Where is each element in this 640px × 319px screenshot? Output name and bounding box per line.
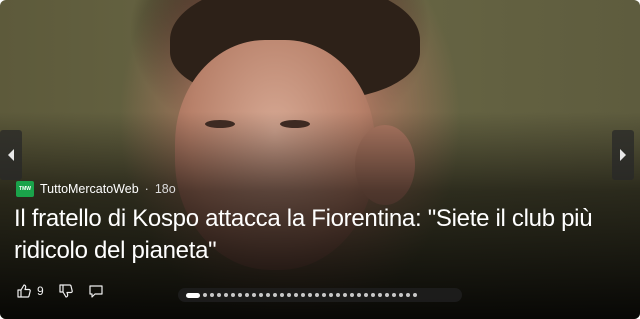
pager-dot[interactable] xyxy=(350,293,354,297)
source-line: TMW TuttoMercatoWeb · 18o xyxy=(16,181,176,197)
separator: · xyxy=(144,182,149,196)
carousel-pager xyxy=(178,288,462,302)
pager-dot[interactable] xyxy=(343,293,347,297)
pager-dot[interactable] xyxy=(287,293,291,297)
like-button[interactable]: 9 xyxy=(16,283,44,299)
pager-dot-active[interactable] xyxy=(186,292,200,298)
source-name[interactable]: TuttoMercatoWeb xyxy=(40,182,139,196)
pager-dot[interactable] xyxy=(210,293,214,297)
chevron-left-icon xyxy=(8,149,14,161)
next-button[interactable] xyxy=(612,130,634,180)
pager-dot[interactable] xyxy=(224,293,228,297)
comment-button[interactable] xyxy=(88,283,104,299)
chevron-right-icon xyxy=(620,149,626,161)
pager-dot[interactable] xyxy=(308,293,312,297)
pager-dot[interactable] xyxy=(245,293,249,297)
pager-dot[interactable] xyxy=(322,293,326,297)
pager-dot[interactable] xyxy=(301,293,305,297)
action-bar: 9 xyxy=(16,283,104,299)
pager-dot[interactable] xyxy=(364,293,368,297)
pager-dot[interactable] xyxy=(266,293,270,297)
pager-dot[interactable] xyxy=(357,293,361,297)
thumbs-up-icon xyxy=(17,284,31,298)
pager-dot[interactable] xyxy=(217,293,221,297)
thumbs-down-icon xyxy=(59,284,73,298)
pager-dot[interactable] xyxy=(399,293,403,297)
source-logo: TMW xyxy=(16,181,34,197)
pager-dot[interactable] xyxy=(315,293,319,297)
pager-dot[interactable] xyxy=(385,293,389,297)
pager-dot[interactable] xyxy=(259,293,263,297)
like-count: 9 xyxy=(37,284,44,298)
pager-dot[interactable] xyxy=(378,293,382,297)
pager-dot[interactable] xyxy=(406,293,410,297)
pager-dot[interactable] xyxy=(238,293,242,297)
news-card[interactable]: TMW TuttoMercatoWeb · 18o Il fratello di… xyxy=(0,0,640,319)
previous-button[interactable] xyxy=(0,130,22,180)
pager-dot[interactable] xyxy=(252,293,256,297)
pager-dot[interactable] xyxy=(231,293,235,297)
pager-dot[interactable] xyxy=(273,293,277,297)
pager-dot[interactable] xyxy=(392,293,396,297)
card-overlay: TMW TuttoMercatoWeb · 18o Il fratello di… xyxy=(0,0,640,319)
source-logo-text: TMW xyxy=(19,186,31,192)
dislike-button[interactable] xyxy=(58,283,74,299)
pager-dot[interactable] xyxy=(280,293,284,297)
pager-dot[interactable] xyxy=(294,293,298,297)
pager-dot[interactable] xyxy=(203,293,207,297)
comment-icon xyxy=(89,285,103,298)
pager-dot[interactable] xyxy=(336,293,340,297)
publish-time: 18o xyxy=(154,182,176,196)
headline[interactable]: Il fratello di Kospo attacca la Fiorenti… xyxy=(14,203,614,267)
pager-dot[interactable] xyxy=(329,293,333,297)
pager-dot[interactable] xyxy=(371,293,375,297)
pager-dot[interactable] xyxy=(413,293,417,297)
